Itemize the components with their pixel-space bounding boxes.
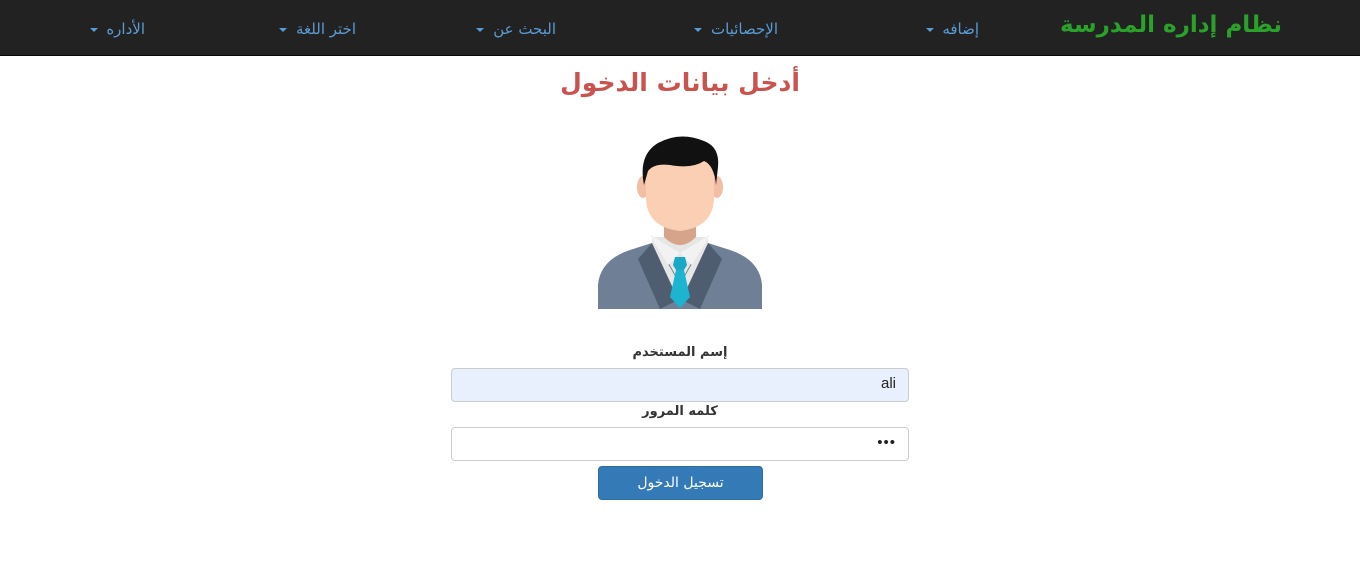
nav-menu-add[interactable]: إضافه: [925, 20, 979, 38]
nav-menu-admin[interactable]: الأداره: [89, 20, 145, 38]
chevron-down-icon: [476, 27, 485, 32]
login-button[interactable]: تسجيل الدخول: [598, 466, 763, 500]
chevron-down-icon: [694, 27, 703, 32]
nav-menu-add-label: إضافه: [942, 20, 979, 38]
nav-menu-search[interactable]: البحث عن: [476, 20, 556, 38]
chevron-down-icon: [925, 27, 934, 32]
password-label: كلمه المرور: [642, 404, 718, 419]
username-input[interactable]: ali: [451, 368, 909, 402]
username-label: إسم المستخدم: [632, 345, 728, 360]
nav-menu-statistics-label: الإحصائيات: [711, 20, 778, 38]
password-input[interactable]: •••: [451, 427, 909, 461]
page-title: أدخل بيانات الدخول: [560, 68, 800, 97]
nav-menu-statistics[interactable]: الإحصائيات: [694, 20, 778, 38]
chevron-down-icon: [89, 27, 98, 32]
nav-menu-admin-label: الأداره: [106, 20, 145, 38]
user-avatar-icon: [580, 125, 780, 315]
nav-menu-language[interactable]: اختر اللغة: [279, 20, 356, 38]
chevron-down-icon: [279, 27, 288, 32]
brand-title[interactable]: نظام إداره المدرسة: [1060, 12, 1282, 38]
top-navbar: نظام إداره المدرسة إضافه الإحصائيات البح…: [0, 0, 1360, 56]
nav-menu-language-label: اختر اللغة: [296, 20, 356, 38]
nav-menu-search-label: البحث عن: [493, 20, 556, 38]
